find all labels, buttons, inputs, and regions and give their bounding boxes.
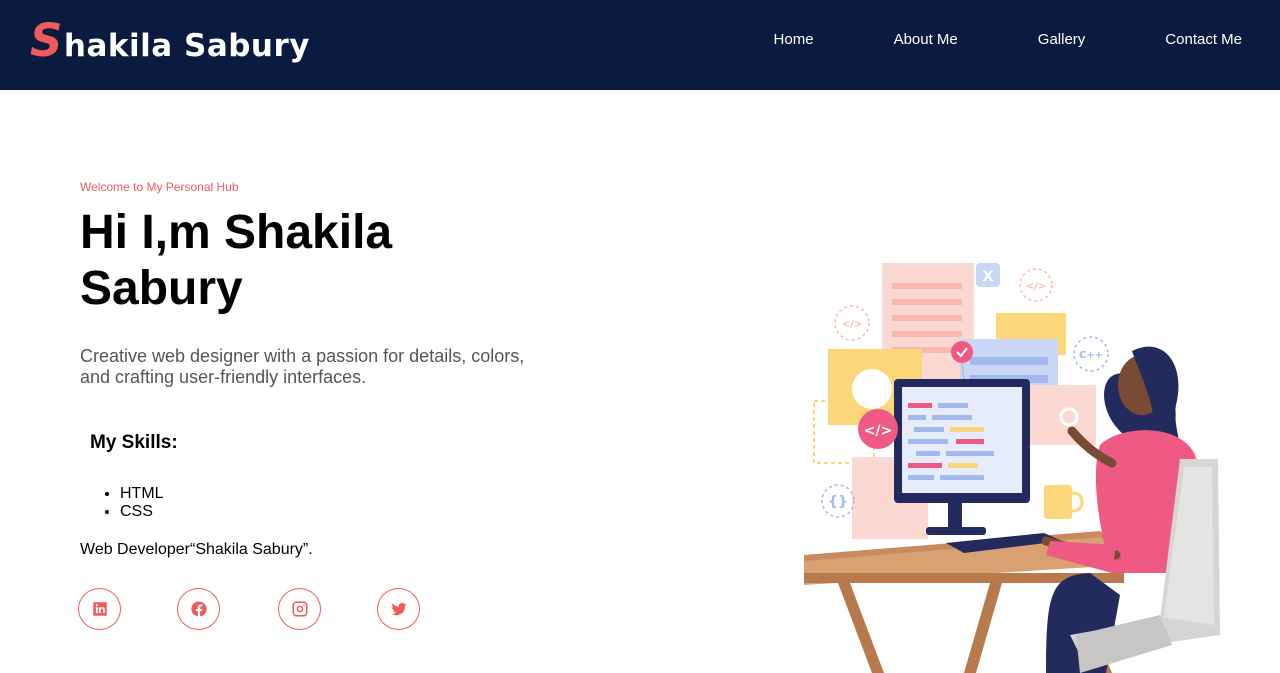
brand-logo-name: hakila Sabury xyxy=(63,28,310,64)
svg-text:</>: </> xyxy=(1026,281,1046,292)
svg-text:</>: </> xyxy=(842,319,862,330)
navbar: S hakila Sabury Home About Me Gallery Co… xyxy=(0,0,1280,90)
linkedin-link[interactable] xyxy=(78,588,121,630)
hero-section: Welcome to My Personal Hub Hi I,m Shakil… xyxy=(80,180,550,388)
skill-item: CSS xyxy=(120,503,164,521)
brand-logo[interactable]: S hakila Sabury xyxy=(30,14,310,67)
instagram-link[interactable] xyxy=(278,588,321,630)
instagram-icon xyxy=(292,601,307,617)
nav-home-link[interactable]: Home xyxy=(774,31,814,48)
hero-description: Creative web designer with a passion for… xyxy=(80,346,525,387)
hero-title: Hi I,m Shakila Sabury xyxy=(80,206,393,315)
cpp-sticker: C++ xyxy=(1079,350,1103,361)
facebook-icon xyxy=(190,601,207,617)
x-sticker: X xyxy=(983,269,994,285)
brand-logo-initial: S xyxy=(30,14,63,67)
skills-heading: My Skills: xyxy=(90,432,178,453)
twitter-link[interactable] xyxy=(377,588,420,630)
nav-contact-link[interactable]: Contact Me xyxy=(1165,31,1242,48)
code-badge: </> xyxy=(864,423,893,439)
linkedin-icon xyxy=(92,602,107,616)
role-text: Web Developer“Shakila Sabury”. xyxy=(80,541,313,558)
twitter-icon xyxy=(391,602,406,616)
skill-item: HTML xyxy=(120,485,164,503)
nav-about-link[interactable]: About Me xyxy=(894,31,958,48)
main-nav: Home About Me Gallery Contact Me xyxy=(774,31,1242,48)
facebook-link[interactable] xyxy=(177,588,220,630)
nav-gallery-link[interactable]: Gallery xyxy=(1038,31,1086,48)
skills-list: HTML CSS xyxy=(120,485,164,521)
svg-text:{}: {} xyxy=(828,494,848,510)
developer-illustration: </> </> C++ {} X </> xyxy=(804,263,1220,673)
hero-welcome-text: Welcome to My Personal Hub xyxy=(80,180,239,194)
